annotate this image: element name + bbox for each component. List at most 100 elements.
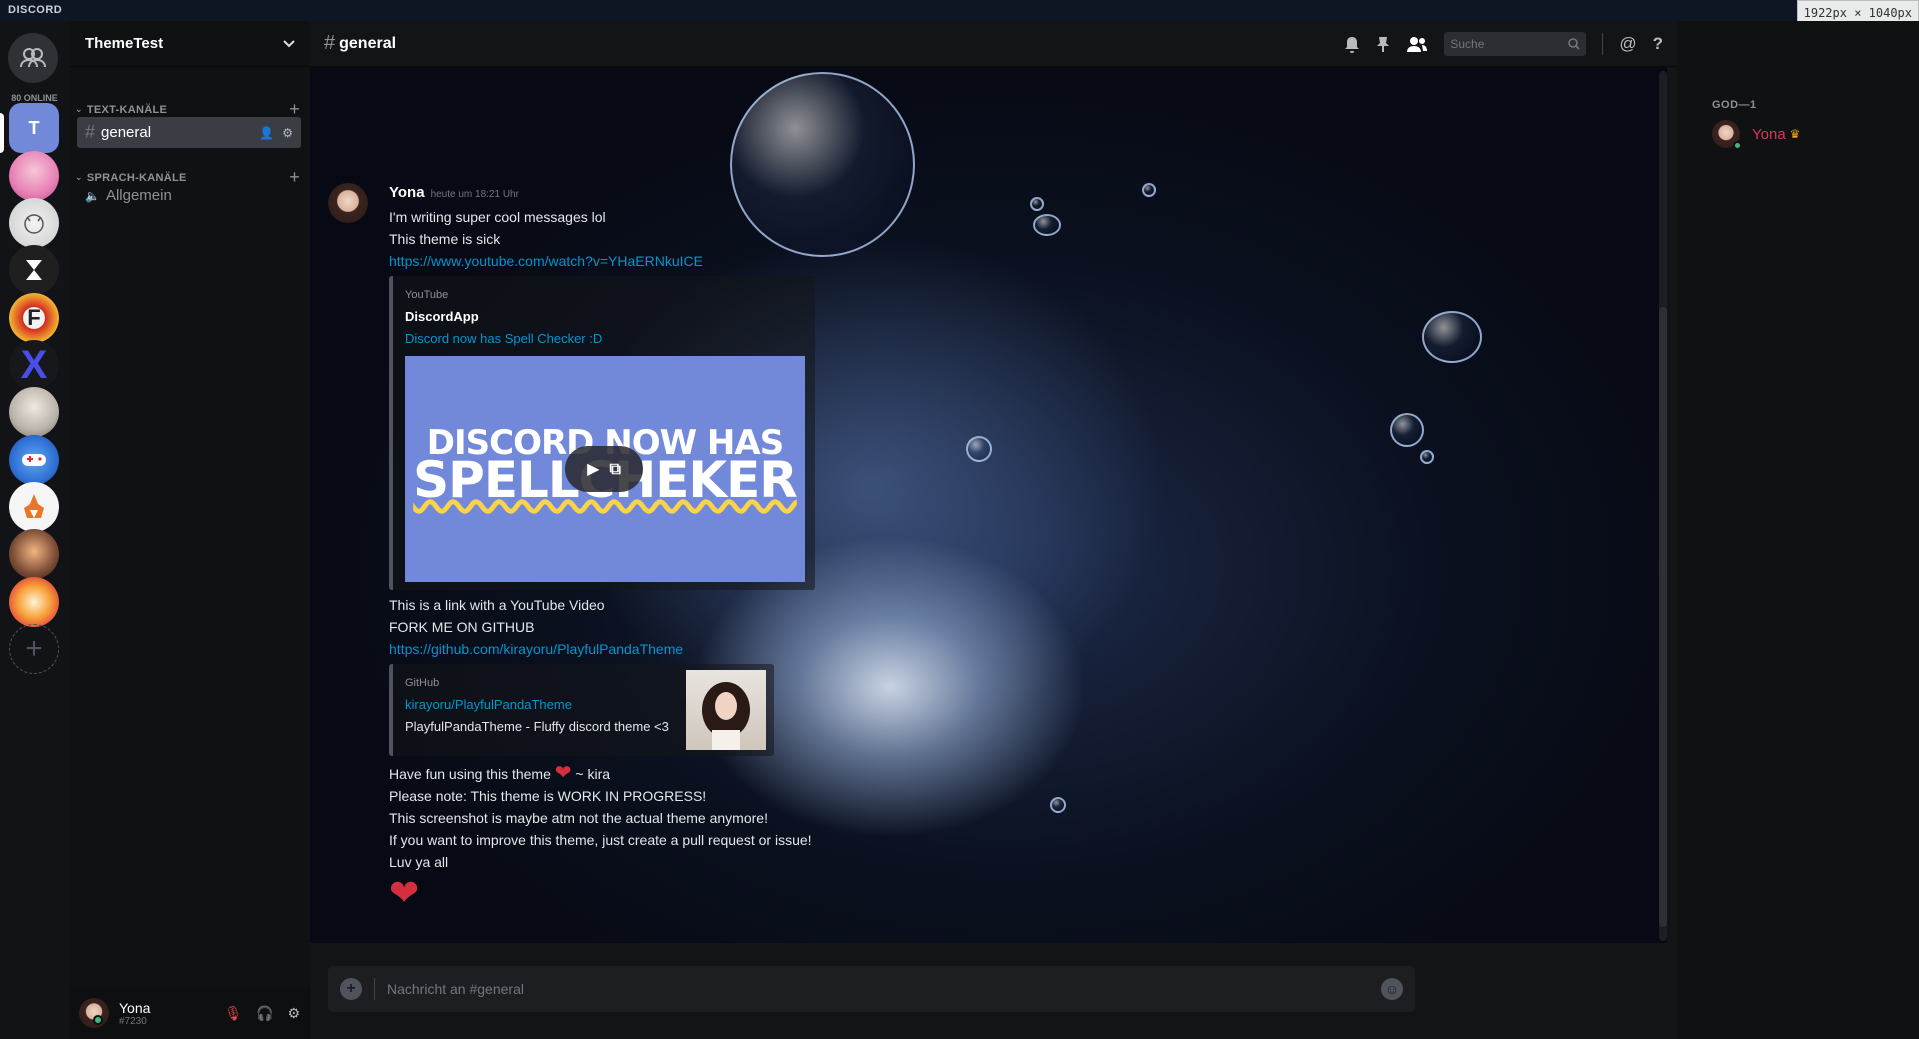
plus-icon: + — [346, 980, 356, 997]
help-icon[interactable]: ? — [1653, 34, 1663, 54]
heart-emoji-icon: ❤ — [554, 762, 572, 784]
chevron-down-icon — [283, 39, 295, 47]
youtube-link[interactable]: https://www.youtube.com/watch?v=YHaERNku… — [389, 250, 1089, 272]
portrait-image — [702, 682, 750, 750]
member-group-header: GOD—1 — [1712, 99, 1757, 111]
category-label: TEXT-KANÄLE — [86, 103, 168, 116]
x-logo-icon: X — [20, 342, 48, 387]
member-item[interactable]: Yona ♛ — [1712, 120, 1801, 150]
members-icon[interactable] — [1406, 35, 1428, 53]
gear-icon[interactable]: ⚙ — [287, 1005, 300, 1022]
crown-icon: ♛ — [1789, 127, 1801, 141]
avatar[interactable] — [328, 183, 368, 223]
embed-thumbnail[interactable] — [686, 670, 766, 750]
speaker-icon: 🔈 — [85, 188, 100, 203]
video-thumbnail[interactable]: DISCORD NOW HAS SPELLCHEKER ▶ ⧉ — [405, 356, 805, 582]
divider — [1602, 32, 1604, 55]
user-panel: Yona #7230 🎙 🎧 ⚙ — [69, 987, 310, 1039]
youtube-embed: YouTube DiscordApp Discord now has Spell… — [389, 276, 815, 590]
fox-icon — [24, 494, 44, 518]
hourglass-icon — [26, 260, 42, 280]
upload-button[interactable]: + — [340, 978, 362, 1000]
embed-author[interactable]: DiscordApp — [405, 306, 803, 328]
guild-list: 80 ONLINE T F X + — [0, 21, 69, 1039]
message-timestamp: heute um 18:21 Uhr — [430, 189, 519, 200]
channel-title: general — [339, 34, 397, 52]
message-text: Luv ya all — [389, 854, 449, 870]
chat-area: Yona heute um 18:21 Uhr I'm writing super… — [310, 21, 1677, 1039]
voice-channel-allgemein[interactable]: 🔈 Allgemein — [77, 180, 301, 211]
message-text: If you want to improve this theme, just … — [389, 832, 812, 848]
search-input[interactable]: Suche — [1444, 31, 1587, 56]
divider — [374, 978, 375, 1000]
scrollbar[interactable] — [1659, 71, 1667, 941]
scrollbar-thumb[interactable] — [1659, 307, 1667, 927]
guild-name: ThemeTest — [85, 35, 164, 52]
guild-pink-anime[interactable] — [9, 151, 59, 201]
guild-header[interactable]: ThemeTest — [69, 21, 310, 67]
gear-icon[interactable]: ⚙ — [282, 126, 293, 140]
channel-sidebar: ThemeTest ⌄ TEXT-KANÄLE + # general 👤 ⚙ … — [69, 21, 310, 1039]
heart-emoji-icon: ❤ — [389, 872, 420, 913]
plus-icon: + — [25, 632, 43, 665]
emoji-picker-icon[interactable]: ☺ — [1381, 978, 1403, 1000]
message-input[interactable] — [387, 981, 1381, 997]
add-server-button[interactable]: + — [9, 624, 59, 674]
channel-label: general — [101, 124, 152, 141]
search-icon — [1568, 37, 1580, 50]
channel-header: # general Suche @ ? — [310, 21, 1677, 67]
title-bar: DISCORD 1922px × 1040px — [0, 0, 1919, 24]
pin-icon[interactable] — [1376, 35, 1390, 53]
message-text: ~ kira — [575, 766, 611, 782]
mention-icon[interactable]: @ — [1619, 34, 1636, 54]
bell-icon[interactable] — [1344, 35, 1360, 53]
background-artwork: Yona heute um 18:21 Uhr I'm writing super… — [310, 67, 1667, 943]
play-button[interactable]: ▶ ⧉ — [565, 446, 643, 492]
bubble-small — [1142, 183, 1156, 197]
message-text: I'm writing super cool messages lol — [389, 209, 606, 225]
guild-gaming[interactable] — [9, 435, 59, 485]
guild-food[interactable] — [9, 577, 59, 627]
f-logo-icon: F — [27, 305, 41, 330]
guild-f-logo[interactable]: F — [9, 293, 59, 343]
headphones-icon[interactable]: 🎧 — [256, 1005, 273, 1022]
embed-title[interactable]: Discord now has Spell Checker :D — [405, 328, 803, 350]
guild-fox[interactable] — [9, 482, 59, 532]
play-icon: ▶ — [587, 459, 600, 478]
channel-general[interactable]: # general 👤 ⚙ — [77, 117, 301, 148]
message-composer: + ☺ — [328, 966, 1415, 1012]
github-link[interactable]: https://github.com/kirayoru/PlayfulPanda… — [389, 638, 1089, 660]
online-status-dot — [1733, 141, 1742, 150]
guild-x[interactable]: X — [9, 340, 59, 390]
message-text: This theme is sick — [389, 231, 501, 247]
member-name: Yona — [1752, 125, 1786, 143]
online-count: 80 ONLINE — [11, 93, 58, 103]
github-embed: GitHub kirayoru/PlayfulPandaTheme Playfu… — [389, 664, 774, 756]
microphone-muted-icon[interactable]: 🎙 — [224, 1005, 242, 1022]
guild-themetest[interactable]: T — [9, 103, 59, 153]
guild-hourglass[interactable] — [9, 245, 59, 295]
search-placeholder: Suche — [1450, 36, 1485, 51]
active-guild-indicator — [0, 113, 4, 153]
hash-icon: # — [324, 32, 336, 54]
embed-provider: YouTube — [405, 289, 449, 301]
message-author[interactable]: Yona — [389, 184, 425, 201]
bubble-small — [1420, 450, 1434, 464]
invite-icon[interactable]: 👤 — [259, 126, 274, 140]
message-text: Please note: This theme is WORK IN PROGR… — [389, 788, 707, 804]
guild-anime-girl[interactable] — [9, 387, 59, 437]
guild-sketch[interactable] — [9, 198, 59, 248]
online-status-dot — [93, 1015, 103, 1025]
message-group: Yona heute um 18:21 Uhr I'm writing super… — [389, 181, 1089, 913]
message-text: Have fun using this theme — [389, 766, 551, 782]
open-external-icon[interactable]: ⧉ — [609, 458, 620, 480]
message-text: This screenshot is maybe atm not the act… — [389, 810, 768, 826]
guild-overwatch[interactable] — [9, 529, 59, 579]
friends-icon — [20, 48, 46, 68]
username: Yona — [119, 999, 151, 1016]
friends-button[interactable] — [8, 33, 58, 83]
discriminator: #7230 — [119, 1015, 147, 1027]
channel-label: Allgemein — [105, 187, 172, 204]
hash-icon: # — [85, 122, 96, 142]
app-brand: DISCORD — [8, 4, 63, 16]
